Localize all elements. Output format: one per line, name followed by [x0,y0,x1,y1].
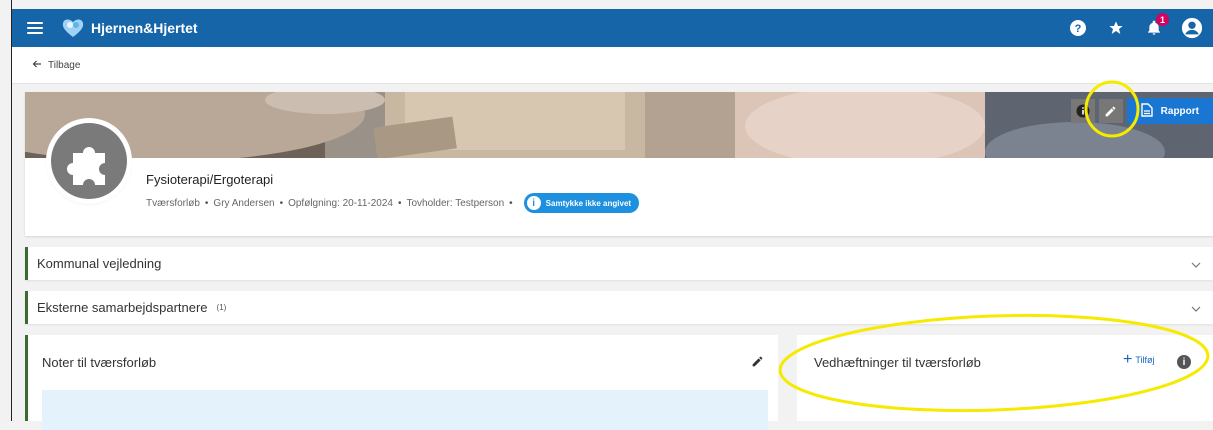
info-icon: i [526,196,541,210]
notes-edit-pencil-icon[interactable] [751,355,764,373]
profile-card: Rapport Fysioterapi/Ergoterapi Tværsforl… [25,92,1213,236]
plus-icon: + [1123,351,1133,368]
page-title: Fysioterapi/Ergoterapi [146,172,274,187]
notes-text-area[interactable] [42,390,768,430]
star-icon[interactable] [1105,17,1127,39]
add-attachment-button[interactable]: + Tilføj [1123,351,1155,368]
section-label: Eksterne samarbejdspartnere [37,300,208,315]
meta-person: Gry Andersen [213,197,275,209]
back-bar: Tilbage [12,47,1213,84]
avatar [49,121,129,201]
notification-badge: 1 [1156,13,1169,26]
brand-logo-icon [62,19,84,37]
help-icon[interactable]: ? [1067,17,1089,39]
arrow-left-icon [32,59,42,72]
brand-name[interactable]: Hjernen&Hjertet [91,20,198,36]
app-bar: Hjernen&Hjertet ? 1 [12,9,1213,47]
banner-toolbar: Rapport [1070,98,1213,124]
info-button[interactable] [1070,99,1095,123]
puzzle-piece-icon [67,147,105,185]
profile-meta: Tværsforløb • Gry Andersen • Opfølgning:… [146,193,640,213]
section-eksterne-samarbejdspartnere[interactable]: Eksterne samarbejdspartnere (1) [25,291,1213,324]
account-avatar-icon[interactable] [1181,17,1203,39]
rapport-button[interactable]: Rapport [1126,98,1213,124]
chevron-down-icon [1191,255,1201,273]
document-icon [1140,102,1153,120]
back-label: Tilbage [48,59,81,71]
attachments-title: Vedhæftninger til tværsforløb [814,355,981,370]
notes-title: Noter til tværsforløb [42,355,157,370]
banner-image [25,92,1213,158]
consent-badge[interactable]: i Samtykke ikke angivet [523,193,640,213]
attachments-panel: Vedhæftninger til tværsforløb + Tilføj i [797,335,1213,421]
notes-panel: Noter til tværsforløb [25,335,778,430]
rapport-label: Rapport [1160,105,1199,117]
consent-label: Samtykke ikke angivet [545,198,632,208]
section-count: (1) [216,303,227,312]
attachments-info-icon[interactable]: i [1177,355,1191,369]
meta-type: Tværsforløb [146,197,200,209]
edit-pencil-button[interactable] [1098,99,1123,123]
section-kommunal-vejledning[interactable]: Kommunal vejledning [25,247,1213,280]
add-attachment-label: Tilføj [1135,355,1155,365]
chevron-down-icon [1191,299,1201,317]
meta-coordinator: Tovholder: Testperson [406,197,505,209]
meta-followup: Opfølgning: 20-11-2024 [288,197,393,209]
svg-text:?: ? [1075,23,1082,35]
back-link[interactable]: Tilbage [32,59,80,72]
notifications-bell-icon[interactable]: 1 [1143,13,1169,39]
hamburger-menu-icon[interactable] [27,22,43,34]
section-label: Kommunal vejledning [37,256,162,271]
